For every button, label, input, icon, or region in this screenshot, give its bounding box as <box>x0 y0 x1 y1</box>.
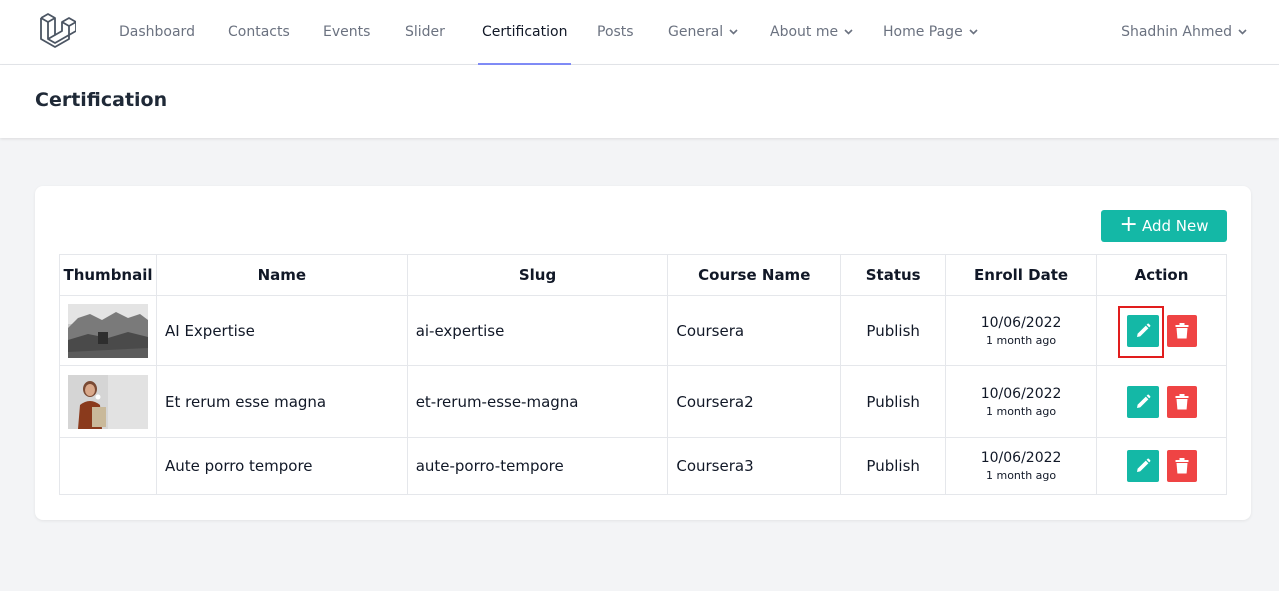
table-row: AI Expertise ai-expertise Coursera Publi… <box>59 295 1227 366</box>
status-cell: Publish <box>840 437 947 495</box>
status-cell: Publish <box>840 295 947 366</box>
table-row: Et rerum esse magna et-rerum-esse-magna … <box>59 365 1227 438</box>
action-cell <box>1096 365 1227 438</box>
nav-general-label: General <box>668 24 724 40</box>
nav-slider[interactable]: Slider <box>405 0 445 65</box>
nav-posts[interactable]: Posts <box>597 0 634 65</box>
edit-button[interactable] <box>1126 314 1159 347</box>
table-header-row: Thumbnail Name Slug Course Name Status E… <box>59 254 1227 296</box>
certification-table: Thumbnail Name Slug Course Name Status E… <box>59 254 1227 495</box>
delete-button[interactable] <box>1166 385 1197 418</box>
thumbnail-cell <box>59 365 157 438</box>
action-cell <box>1096 295 1227 366</box>
name-cell: Et rerum esse magna <box>156 365 408 438</box>
enroll-date: 10/06/2022 <box>980 314 1062 331</box>
column-header-slug: Slug <box>406 254 669 296</box>
user-name: Shadhin Ahmed <box>1121 24 1232 40</box>
plus-icon: + <box>1119 212 1138 237</box>
course-cell: Coursera3 <box>667 437 842 495</box>
nav-home-page-label: Home Page <box>883 24 963 40</box>
name-cell: AI Expertise <box>156 295 408 366</box>
column-header-thumbnail: Thumbnail <box>59 254 157 296</box>
user-menu-dropdown[interactable]: Shadhin Ahmed <box>1121 0 1247 65</box>
enroll-date-cell: 10/06/2022 1 month ago <box>945 437 1098 495</box>
trash-icon <box>1175 322 1188 338</box>
status-cell: Publish <box>840 365 947 438</box>
column-header-action: Action <box>1096 254 1227 296</box>
table-row: Aute porro tempore aute-porro-tempore Co… <box>59 437 1227 495</box>
top-navbar: Dashboard Contacts Events Slider Certifi… <box>0 0 1279 65</box>
column-header-course-name: Course Name <box>667 254 842 296</box>
chevron-down-icon <box>844 29 853 35</box>
nav-events[interactable]: Events <box>323 0 370 65</box>
enroll-date-cell: 10/06/2022 1 month ago <box>945 295 1098 366</box>
page-header: Certification <box>0 65 1279 138</box>
pencil-icon <box>1136 323 1150 337</box>
add-new-label: Add New <box>1141 217 1209 235</box>
add-new-button[interactable]: + Add New <box>1101 210 1227 242</box>
slug-cell: et-rerum-esse-magna <box>406 365 669 438</box>
edit-button[interactable] <box>1126 450 1159 482</box>
chevron-down-icon <box>729 29 738 35</box>
delete-button[interactable] <box>1166 314 1197 347</box>
course-cell: Coursera2 <box>667 365 842 438</box>
enroll-date-relative: 1 month ago <box>985 404 1057 418</box>
page-title: Certification <box>35 89 168 111</box>
thumbnail-image <box>68 303 148 358</box>
delete-button[interactable] <box>1166 450 1197 482</box>
nav-contacts[interactable]: Contacts <box>228 0 290 65</box>
trash-icon <box>1175 458 1188 474</box>
chevron-down-icon <box>1238 29 1247 35</box>
nav-home-page-dropdown[interactable]: Home Page <box>883 0 978 65</box>
name-cell: Aute porro tempore <box>156 437 408 495</box>
nav-certification[interactable]: Certification <box>477 0 572 65</box>
column-header-name: Name <box>156 254 408 296</box>
nav-about-me-label: About me <box>770 24 839 40</box>
thumbnail-image <box>68 374 148 429</box>
thumbnail-cell <box>59 295 157 366</box>
slug-cell: aute-porro-tempore <box>406 437 669 495</box>
column-header-enroll-date: Enroll Date <box>945 254 1098 296</box>
trash-icon <box>1175 393 1188 409</box>
thumbnail-cell <box>59 437 157 495</box>
pencil-icon <box>1136 394 1150 408</box>
edit-button[interactable] <box>1126 385 1159 418</box>
enroll-date: 10/06/2022 <box>980 450 1062 466</box>
nav-dashboard[interactable]: Dashboard <box>119 0 195 65</box>
laravel-logo-icon[interactable] <box>38 13 76 51</box>
enroll-date: 10/06/2022 <box>980 385 1062 402</box>
pencil-icon <box>1136 458 1150 472</box>
nav-about-me-dropdown[interactable]: About me <box>770 0 853 65</box>
chevron-down-icon <box>969 29 978 35</box>
column-header-status: Status <box>840 254 947 296</box>
enroll-date-relative: 1 month ago <box>985 469 1057 482</box>
nav-general-dropdown[interactable]: General <box>668 0 738 65</box>
course-cell: Coursera <box>667 295 842 366</box>
slug-cell: ai-expertise <box>406 295 669 366</box>
enroll-date-cell: 10/06/2022 1 month ago <box>945 365 1098 438</box>
action-cell <box>1096 437 1227 495</box>
enroll-date-relative: 1 month ago <box>985 333 1057 347</box>
